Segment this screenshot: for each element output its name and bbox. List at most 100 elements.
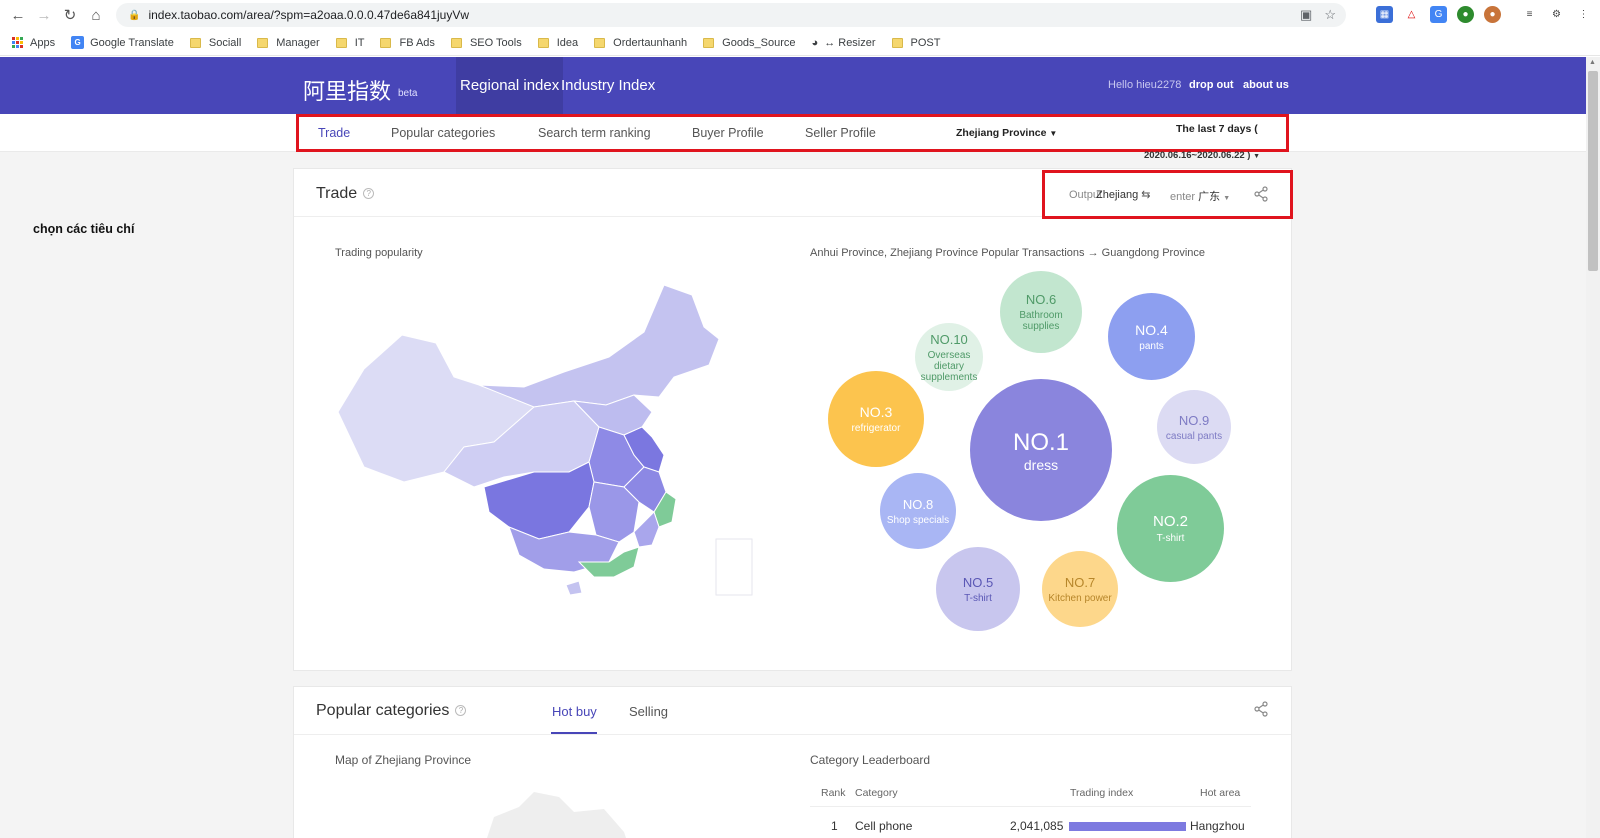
column-header-trading-index: Trading index	[1070, 787, 1134, 799]
bubble-no5[interactable]: NO.5 T-shirt	[936, 547, 1020, 631]
drop-out-link[interactable]: drop out	[1189, 79, 1234, 91]
bubble-no4[interactable]: NO.4 pants	[1108, 293, 1195, 380]
bubble-no2[interactable]: NO.2 T-shirt	[1117, 475, 1224, 582]
highlight-annotation	[1042, 170, 1293, 219]
apps-grid-icon	[12, 37, 23, 48]
scroll-thumb[interactable]	[1588, 71, 1598, 271]
bubble-no7[interactable]: NO.7 Kitchen power	[1042, 551, 1118, 627]
folder-icon	[594, 37, 606, 48]
popular-categories-card: Popular categories? Hot buy Selling Map …	[293, 686, 1292, 838]
bubble-no9[interactable]: NO.9 casual pants	[1157, 390, 1231, 464]
trading-index-bar	[1069, 822, 1186, 831]
site-logo[interactable]: 阿里指数	[303, 74, 391, 106]
bookmark-folder[interactable]: SEO Tools	[450, 37, 522, 49]
bookmark-resizer[interactable]: ◕ ↔ Resizer	[812, 37, 876, 49]
folder-icon	[703, 37, 715, 48]
row-trading-index: 2,041,085	[1010, 819, 1064, 833]
folder-icon	[189, 37, 201, 48]
leaderboard-title: Category Leaderboard	[810, 753, 931, 767]
bookmark-folder[interactable]: Sociall	[189, 37, 241, 49]
date-range-selector[interactable]: 2020.06.16~2020.06.22 ) ▼	[1144, 150, 1260, 161]
annotation-note: chọn các tiêu chí	[33, 222, 135, 236]
folder-icon	[537, 37, 549, 48]
card-divider	[294, 734, 1291, 735]
help-icon[interactable]: ?	[363, 188, 375, 200]
extension-icon[interactable]: △	[1403, 6, 1420, 23]
page-scrollbar[interactable]: ▲	[1586, 57, 1600, 838]
column-header-category: Category	[855, 787, 898, 799]
reload-icon[interactable]: ↻	[57, 2, 83, 28]
zhejiang-map[interactable]	[474, 787, 634, 838]
trade-title: Trade?	[316, 185, 375, 203]
column-header-hot-area: Hot area	[1200, 787, 1241, 799]
map-region[interactable]	[484, 792, 629, 838]
google-translate-icon: G	[71, 36, 85, 49]
forward-arrow-icon[interactable]: →	[31, 2, 57, 28]
row-category[interactable]: Cell phone	[855, 819, 912, 833]
bubble-no3[interactable]: NO.3 refrigerator	[828, 371, 924, 467]
china-map[interactable]	[334, 277, 764, 607]
extension-icon[interactable]: ●	[1484, 6, 1501, 23]
popular-title: Popular categories?	[316, 702, 467, 720]
folder-icon	[257, 37, 269, 48]
extension-icon[interactable]: ▦	[1376, 6, 1393, 23]
back-arrow-icon[interactable]: ←	[5, 2, 31, 28]
tab-selling[interactable]: Selling	[629, 704, 668, 719]
folder-icon	[450, 37, 462, 48]
folder-icon	[335, 37, 347, 48]
zhejiang-map-label: Map of Zhejiang Province	[335, 753, 472, 767]
map-region-north[interactable]	[478, 284, 720, 408]
row-rank: 1	[831, 819, 838, 833]
bookmark-folder[interactable]: Ordertaunhanh	[594, 37, 687, 49]
globe-icon: ◕	[811, 36, 819, 49]
bubble-no1[interactable]: NO.1 dress	[970, 379, 1112, 521]
reading-list-icon[interactable]: ≡	[1521, 6, 1538, 23]
caret-down-icon: ▼	[1253, 153, 1261, 160]
home-icon[interactable]: ⌂	[83, 2, 109, 28]
bubble-no10[interactable]: NO.10 Overseas dietary supplements	[915, 323, 983, 391]
address-bar[interactable]: 🔒 index.taobao.com/area/?spm=a2oaa.0.0.0…	[116, 3, 1346, 27]
table-divider	[810, 806, 1251, 807]
column-header-rank: Rank	[821, 787, 846, 799]
scroll-up-icon[interactable]: ▲	[1589, 59, 1596, 66]
trade-card: Trade? OutputZhejiang ⇆ enter 广东 ▼ Tradi…	[293, 168, 1292, 671]
profile-icon[interactable]: ⚙	[1548, 6, 1565, 23]
help-icon[interactable]: ?	[455, 705, 467, 717]
tab-regional-index[interactable]: Regional index	[456, 57, 564, 114]
map-region-hainan[interactable]	[565, 580, 583, 596]
folder-icon	[891, 37, 903, 48]
map-label: Trading popularity	[335, 247, 423, 259]
beta-tag: beta	[398, 88, 418, 99]
folder-icon	[380, 37, 392, 48]
row-hot-area: Hangzhou	[1190, 819, 1245, 833]
extension-icon[interactable]: ●	[1457, 6, 1474, 23]
bookmarks-bar: Apps G Google Translate Sociall Manager I…	[0, 30, 1600, 56]
lock-icon: 🔒	[128, 9, 141, 21]
bookmark-apps[interactable]: Apps	[12, 37, 55, 49]
map-region-fujian[interactable]	[633, 511, 660, 548]
bubble-no8[interactable]: NO.8 Shop specials	[880, 473, 956, 549]
user-greeting: Hello hieu2278	[1108, 79, 1182, 91]
share-icon[interactable]	[1253, 701, 1269, 717]
tab-hot-buy[interactable]: Hot buy	[552, 704, 597, 719]
bookmark-folder[interactable]: Manager	[257, 37, 320, 49]
bookmark-folder[interactable]: Idea	[537, 37, 578, 49]
bookmark-folder[interactable]: IT	[335, 37, 364, 49]
translate-icon[interactable]: ▣	[1300, 7, 1312, 23]
bookmark-folder[interactable]: POST	[891, 37, 940, 49]
browser-toolbar: ← → ↻ ⌂ 🔒 index.taobao.com/area/?spm=a2o…	[0, 0, 1600, 30]
south-sea-inset	[715, 538, 753, 596]
bookmark-folder[interactable]: Goods_Source	[703, 37, 796, 49]
tab-industry-index[interactable]: Industry Index	[557, 57, 659, 114]
about-us-link[interactable]: about us	[1243, 79, 1289, 91]
bubble-caption: Anhui Province, Zhejiang Province Popula…	[810, 247, 1206, 259]
bookmark-google-translate[interactable]: G Google Translate	[71, 36, 174, 49]
menu-icon[interactable]: ⋮	[1575, 6, 1592, 23]
url-text: index.taobao.com/area/?spm=a2oaa.0.0.0.4…	[148, 8, 470, 22]
extension-icon[interactable]: G	[1430, 6, 1447, 23]
bookmark-folder[interactable]: FB Ads	[380, 37, 435, 49]
site-header: 阿里指数 beta Regional index Industry Index …	[0, 57, 1586, 114]
bookmark-star-icon[interactable]: ☆	[1324, 7, 1336, 23]
bubble-no6[interactable]: NO.6 Bathroom supplies	[1000, 271, 1082, 353]
highlight-annotation	[296, 114, 1289, 152]
